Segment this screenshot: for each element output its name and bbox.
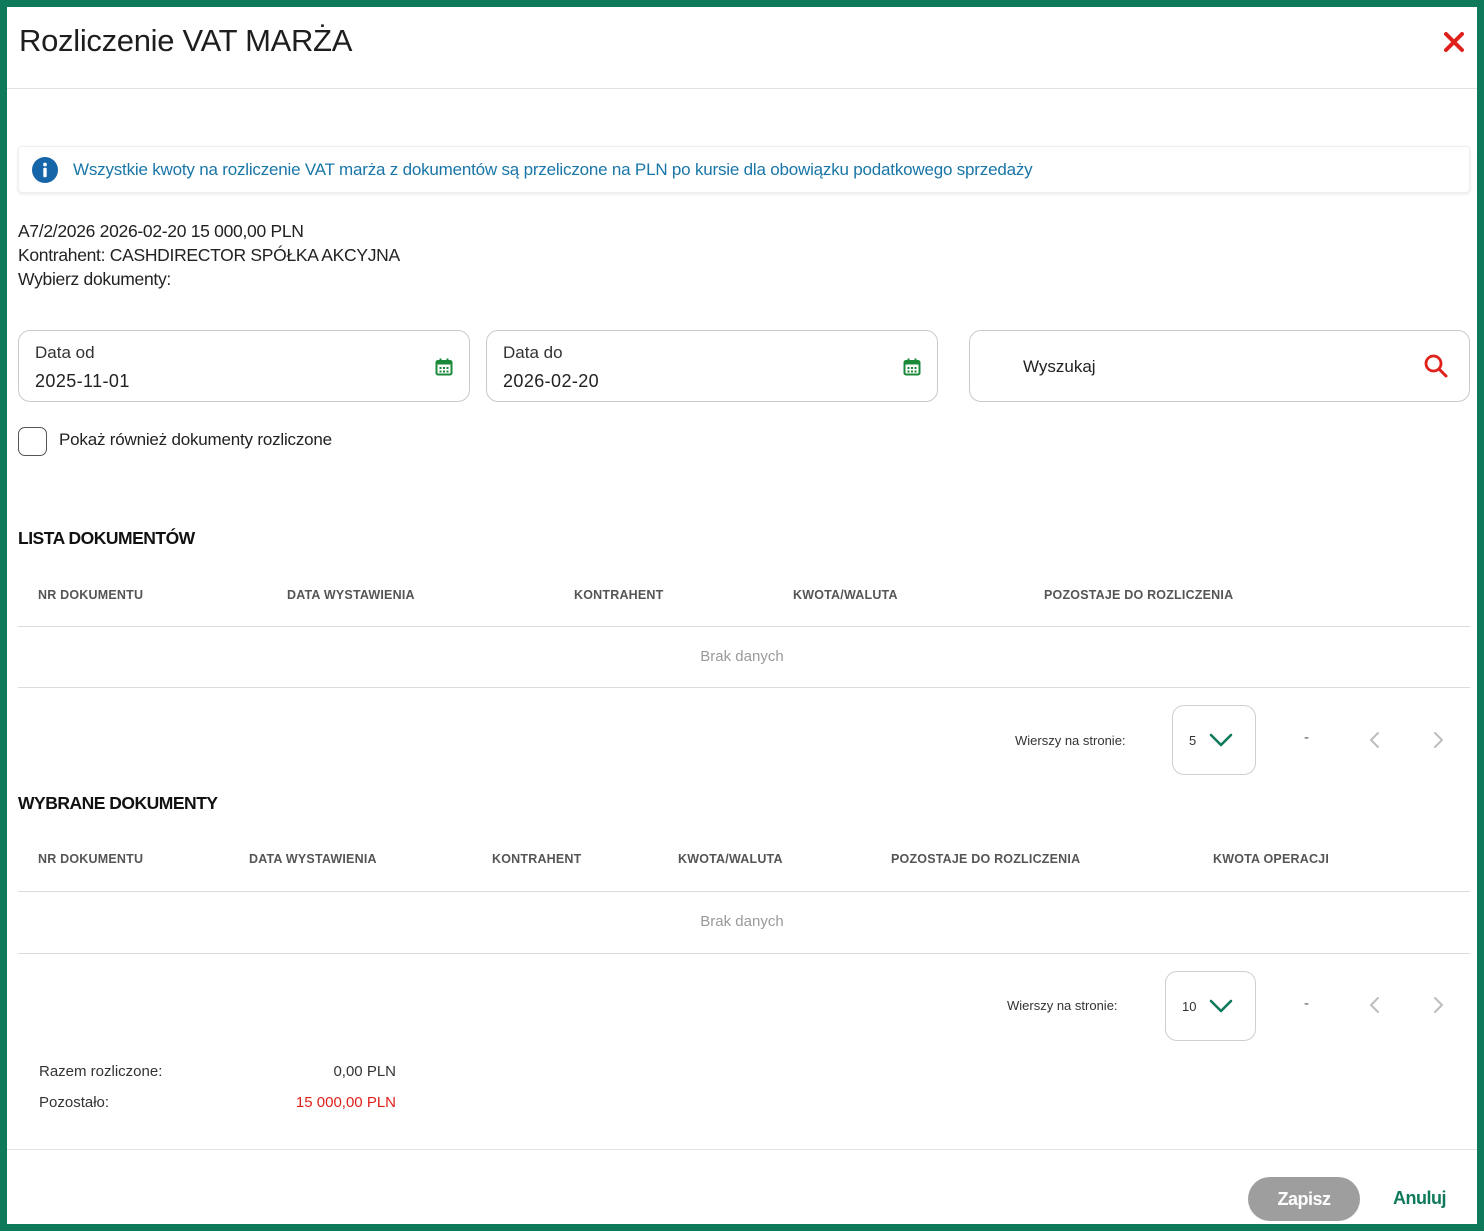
column-header[interactable]: KWOTA OPERACJI bbox=[1213, 852, 1329, 866]
column-header[interactable]: NR DOKUMENTU bbox=[38, 852, 143, 866]
divider bbox=[18, 891, 1470, 892]
close-button[interactable] bbox=[1439, 27, 1469, 57]
remaining-label: Pozostało: bbox=[39, 1094, 110, 1111]
empty-state: Brak danych bbox=[700, 913, 784, 930]
settled-total-label: Razem rozliczone: bbox=[39, 1063, 163, 1080]
document-summary: A7/2/2026 2026-02-20 15 000,00 PLN Kontr… bbox=[18, 219, 400, 291]
remaining-value: 15 000,00 PLN bbox=[295, 1094, 396, 1111]
chevron-right-icon[interactable] bbox=[1430, 730, 1446, 750]
chevron-down-icon bbox=[1209, 733, 1233, 747]
date-from-field[interactable]: Data od 2025-11-01 bbox=[18, 330, 470, 402]
info-icon bbox=[32, 157, 58, 183]
column-header[interactable]: POZOSTAJE DO ROZLICZENIA bbox=[1044, 588, 1233, 602]
chevron-down-icon bbox=[1209, 999, 1233, 1013]
dialog-header: Rozliczenie VAT MARŻA bbox=[7, 7, 1477, 89]
search-input[interactable]: Wyszukaj bbox=[1023, 357, 1096, 377]
divider bbox=[18, 687, 1470, 688]
column-header[interactable]: KONTRAHENT bbox=[492, 852, 582, 866]
calendar-icon[interactable] bbox=[435, 358, 453, 376]
settlement-dialog: Rozliczenie VAT MARŻA Wszystkie kwoty na… bbox=[0, 0, 1484, 1231]
rows-per-page-select[interactable]: 10 bbox=[1165, 971, 1256, 1041]
empty-state: Brak danych bbox=[700, 648, 784, 665]
calendar-icon[interactable] bbox=[903, 358, 921, 376]
date-to-label: Data do bbox=[503, 343, 563, 362]
column-header[interactable]: KONTRAHENT bbox=[574, 588, 664, 602]
chevron-left-icon[interactable] bbox=[1367, 730, 1383, 750]
save-button[interactable]: Zapisz bbox=[1248, 1177, 1360, 1221]
cancel-button[interactable]: Anuluj bbox=[1393, 1188, 1447, 1209]
rows-per-page-value: 10 bbox=[1182, 999, 1197, 1014]
close-icon bbox=[1444, 32, 1464, 52]
show-settled-checkbox[interactable] bbox=[18, 427, 47, 456]
column-header[interactable]: POZOSTAJE DO ROZLICZENIA bbox=[891, 852, 1080, 866]
selected-documents-title: WYBRANE DOKUMENTY bbox=[18, 793, 218, 813]
divider bbox=[18, 626, 1470, 627]
dialog-title: Rozliczenie VAT MARŻA bbox=[19, 23, 353, 58]
contractor-line: Kontrahent: CASHDIRECTOR SPÓŁKA AKCYJNA bbox=[18, 245, 400, 265]
footer-divider bbox=[7, 1149, 1477, 1150]
column-header[interactable]: KWOTA/WALUTA bbox=[678, 852, 783, 866]
document-details: A7/2/2026 2026-02-20 15 000,00 PLN bbox=[18, 221, 304, 241]
rows-per-page-value: 5 bbox=[1189, 733, 1197, 748]
info-text: Wszystkie kwoty na rozliczenie VAT marża… bbox=[73, 160, 1033, 179]
date-to-value: 2026-02-20 bbox=[503, 371, 600, 391]
documents-list-title: LISTA DOKUMENTÓW bbox=[18, 528, 195, 548]
page-range: - bbox=[1304, 729, 1309, 746]
rows-per-page-select[interactable]: 5 bbox=[1172, 705, 1256, 775]
column-header[interactable]: DATA WYSTAWIENIA bbox=[287, 588, 415, 602]
search-field[interactable]: Wyszukaj bbox=[969, 330, 1470, 402]
rows-per-page-label: Wierszy na stronie: bbox=[1007, 998, 1118, 1013]
column-header[interactable]: DATA WYSTAWIENIA bbox=[249, 852, 377, 866]
date-from-label: Data od bbox=[35, 343, 95, 362]
select-documents-label: Wybierz dokumenty: bbox=[18, 269, 171, 289]
settled-total-value: 0,00 PLN bbox=[333, 1063, 396, 1080]
show-settled-label: Pokaż również dokumenty rozliczone bbox=[59, 430, 332, 449]
chevron-right-icon[interactable] bbox=[1430, 995, 1446, 1015]
chevron-left-icon[interactable] bbox=[1367, 995, 1383, 1015]
column-header[interactable]: KWOTA/WALUTA bbox=[793, 588, 898, 602]
rows-per-page-label: Wierszy na stronie: bbox=[1015, 733, 1126, 748]
column-header[interactable]: NR DOKUMENTU bbox=[38, 588, 143, 602]
date-to-field[interactable]: Data do 2026-02-20 bbox=[486, 330, 938, 402]
divider bbox=[18, 953, 1470, 954]
page-range: - bbox=[1304, 995, 1309, 1012]
info-banner: Wszystkie kwoty na rozliczenie VAT marża… bbox=[18, 146, 1470, 193]
search-icon[interactable] bbox=[1423, 353, 1449, 379]
date-from-value: 2025-11-01 bbox=[35, 371, 130, 391]
